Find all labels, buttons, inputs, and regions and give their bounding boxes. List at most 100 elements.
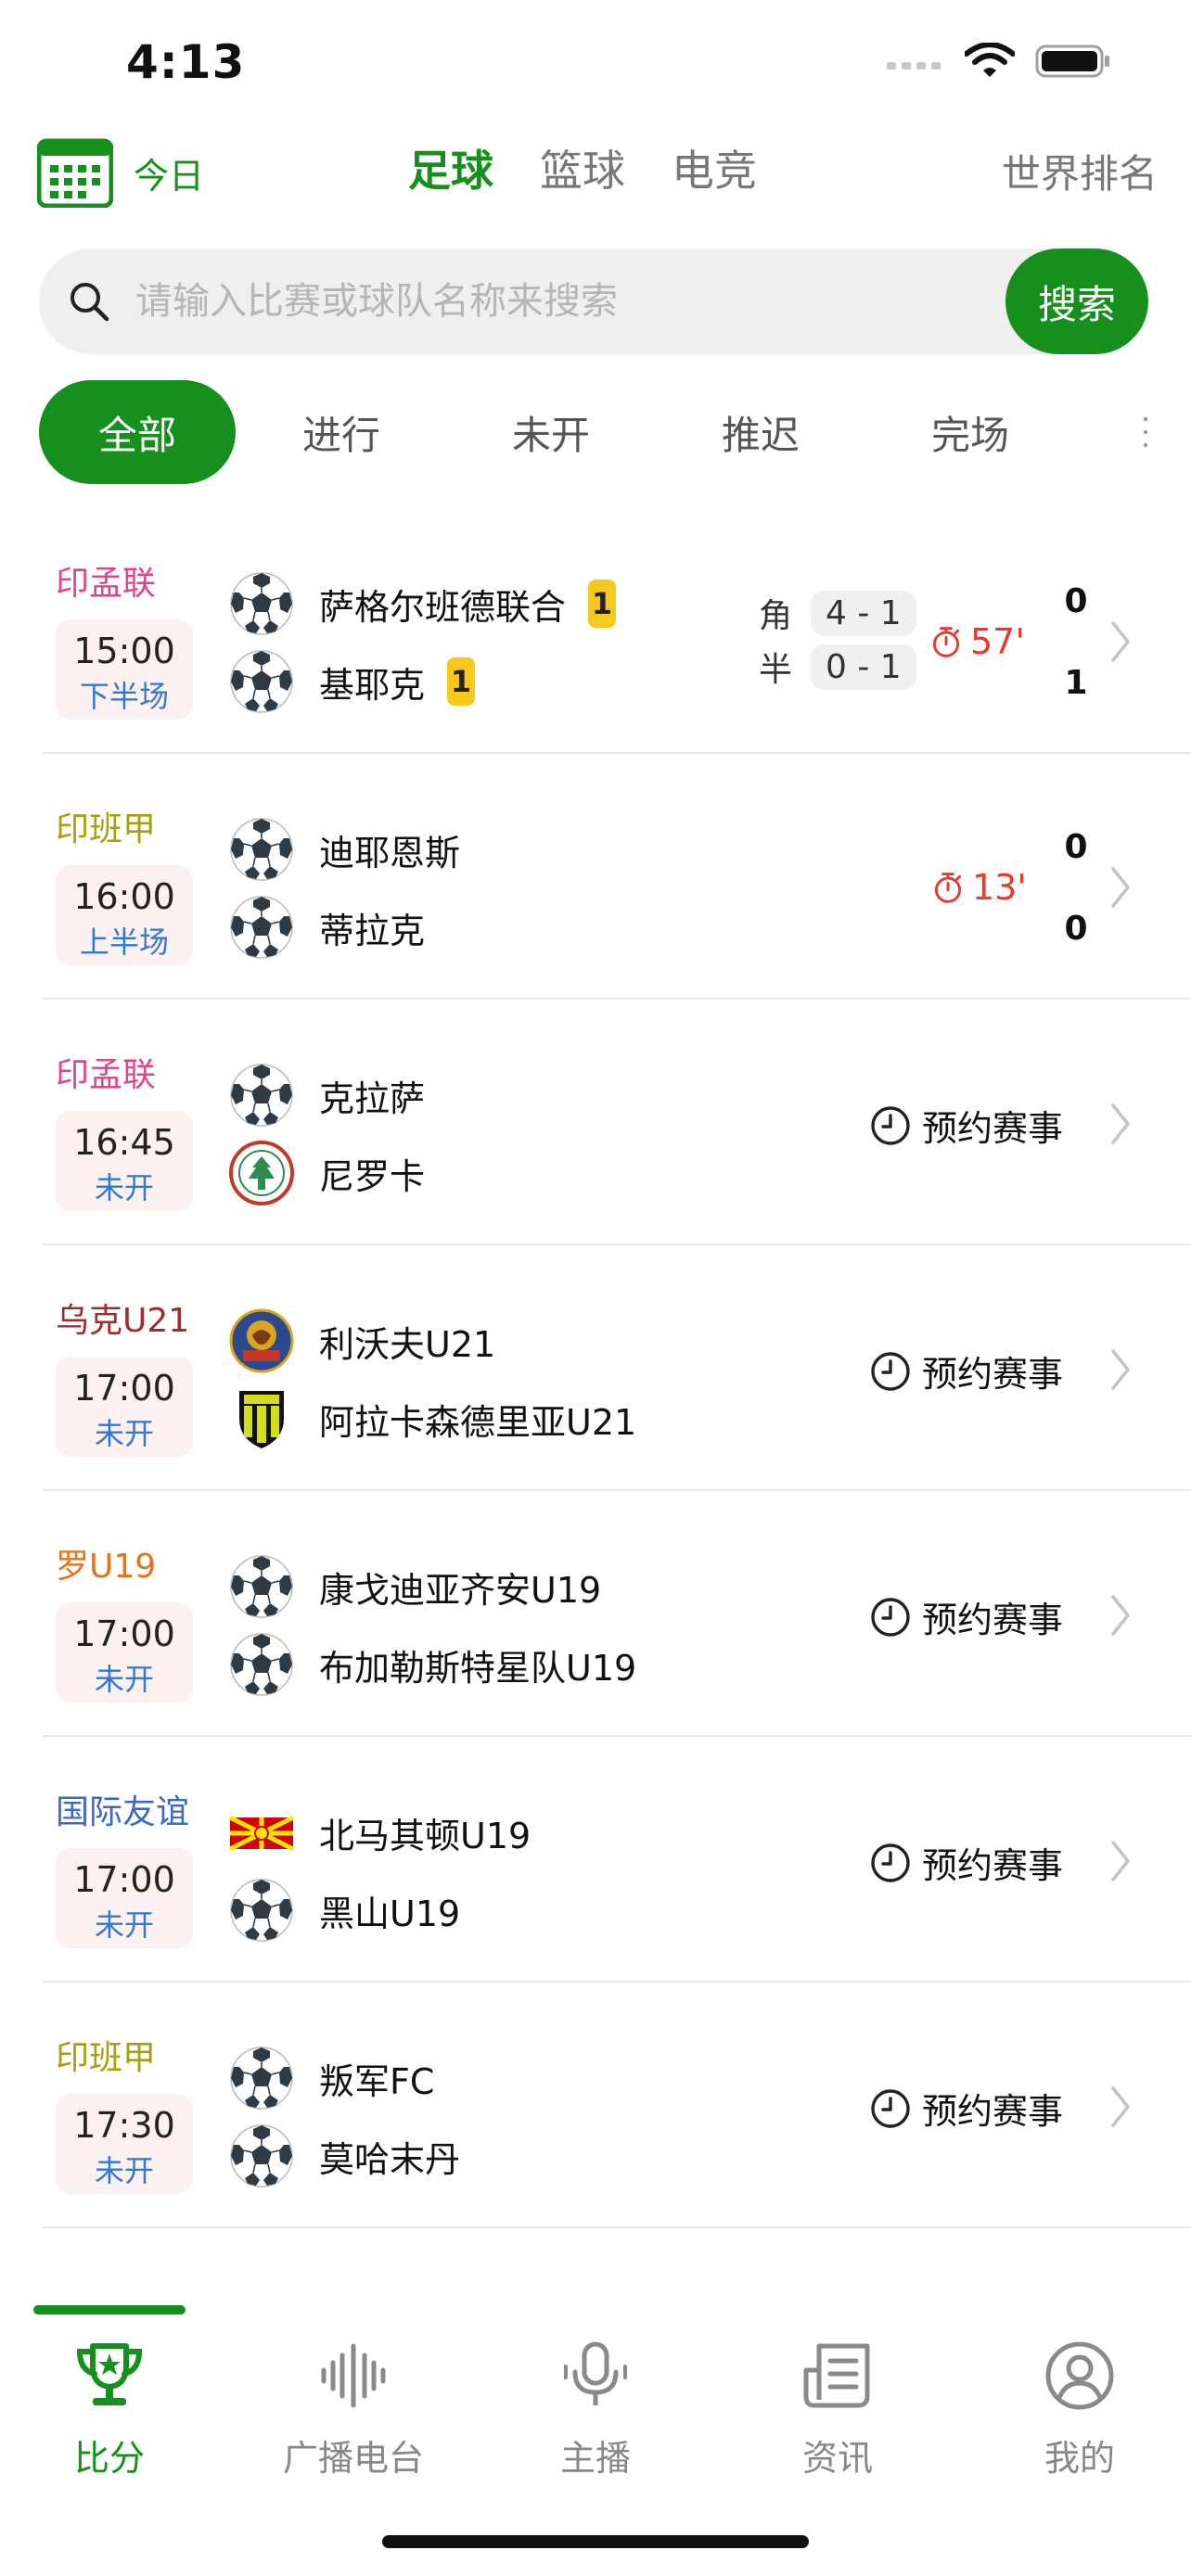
- match-row[interactable]: 印班甲 17:30 未开 叛军FC 莫哈末丹 预约赛事: [0, 1983, 1191, 2228]
- filter-upcoming[interactable]: 未开: [458, 380, 644, 484]
- match-status: 上半场: [79, 925, 169, 960]
- sport-tabs: 足球 篮球 电竞: [408, 137, 757, 198]
- tab-anchor-label: 主播: [559, 2438, 631, 2479]
- status-bar: 4:13: [0, 0, 1191, 121]
- more-filters-icon[interactable]: [1143, 414, 1148, 451]
- match-row[interactable]: 罗U19 17:00 未开 康戈迪亚齐安U19 布加勒斯特星队U19 预约赛事: [0, 1491, 1191, 1737]
- match-row[interactable]: 印孟联 16:45 未开 克拉萨 尼罗卡 预约赛事: [0, 1000, 1191, 1245]
- match-status: 未开: [94, 1170, 154, 1205]
- filter-live[interactable]: 进行: [249, 380, 434, 484]
- search-input[interactable]: [135, 249, 1026, 354]
- live-minute-value: 57': [970, 621, 1025, 662]
- away-team-name: 基耶克: [319, 664, 426, 706]
- microphone-icon: [564, 2341, 627, 2405]
- status-icons: [887, 43, 1111, 80]
- tab-radio[interactable]: 广播电台: [242, 2339, 465, 2480]
- top-bar: 今日 足球 篮球 电竞 世界排名: [0, 130, 1191, 213]
- away-team: 阿拉卡森德里亚U21: [228, 1385, 636, 1452]
- match-row[interactable]: 印孟联 15:00 下半场 萨格尔班德联合 1 基耶克 1 角 4 - 1 半 …: [0, 508, 1191, 754]
- tab-profile-label: 我的: [1044, 2438, 1115, 2479]
- home-indicator[interactable]: [382, 2535, 809, 2548]
- match-time-box: 17:00 未开: [56, 1602, 193, 1702]
- reserve-label: 预约赛事: [922, 1600, 1064, 1640]
- bottom-tab-bar: 比分 广播电台 主播 资讯 我的: [0, 2298, 1191, 2576]
- tab-esports[interactable]: 电竞: [672, 137, 757, 198]
- home-team-name: 北马其顿U19: [319, 1815, 531, 1856]
- search-button[interactable]: 搜索: [1005, 249, 1148, 354]
- reserve-match-button[interactable]: 预约赛事: [870, 1591, 1063, 1642]
- home-team: 萨格尔班德联合 1: [228, 570, 617, 637]
- trophy-icon: [76, 2343, 143, 2405]
- kickoff-time: 17:30: [73, 2105, 175, 2146]
- away-team-name: 黑山U19: [319, 1893, 461, 1934]
- home-team-name: 克拉萨: [319, 1078, 426, 1119]
- tab-scores-label: 比分: [73, 2438, 145, 2479]
- clock-icon: [870, 1105, 911, 1146]
- today-label: 今日: [134, 155, 205, 197]
- league-name: 印孟联: [56, 565, 157, 603]
- match-status: 未开: [94, 2153, 154, 2188]
- status-filter-bar: 全部 进行 未开 推迟 完场: [39, 380, 1191, 484]
- home-team: 克拉萨: [228, 1062, 425, 1129]
- tab-basketball[interactable]: 篮球: [540, 137, 625, 198]
- chevron-right-icon: [1109, 2085, 1132, 2129]
- filter-postponed[interactable]: 推迟: [668, 380, 853, 484]
- match-row[interactable]: 乌克U21 17:00 未开 利沃夫U21 阿拉卡森德里亚U21 预约赛事: [0, 1245, 1191, 1491]
- live-minute: 13': [931, 867, 1027, 908]
- match-row[interactable]: 国际友谊 17:00 未开 北马其顿U19 黑山U19 预约赛事: [0, 1737, 1191, 1983]
- calendar-icon: [37, 138, 113, 208]
- filter-finished[interactable]: 完场: [877, 380, 1063, 484]
- stopwatch-icon: [931, 871, 965, 904]
- tab-radio-label: 广播电台: [282, 2438, 424, 2479]
- filter-all[interactable]: 全部: [39, 380, 236, 484]
- home-team-name: 利沃夫U21: [319, 1323, 496, 1365]
- home-team: 叛军FC: [228, 2045, 434, 2111]
- today-button[interactable]: 今日: [37, 137, 204, 208]
- away-team: 黑山U19: [228, 1877, 460, 1944]
- match-row[interactable]: 印班甲 16:00 上半场 迪耶恩斯 蒂拉克 13' 0 0: [0, 754, 1191, 1000]
- user-icon: [1045, 2341, 1114, 2410]
- match-stats: 角 4 - 1 半 0 - 1: [759, 586, 916, 694]
- match-status: 未开: [94, 1416, 154, 1451]
- league-name: 乌克U21: [56, 1302, 190, 1340]
- corner-value: 4 - 1: [811, 590, 916, 636]
- yellow-card-count: 1: [588, 580, 617, 628]
- corner-stat: 角 4 - 1: [759, 586, 916, 640]
- clock-icon: [870, 2088, 911, 2129]
- clock-icon: [870, 1597, 911, 1638]
- soccer-ball-icon: [228, 570, 295, 637]
- tab-anchor[interactable]: 主播: [484, 2339, 707, 2480]
- away-team-name: 布加勒斯特星队U19: [319, 1647, 637, 1689]
- reserve-label: 预约赛事: [922, 1108, 1064, 1149]
- tab-profile[interactable]: 我的: [968, 2339, 1191, 2480]
- reserve-match-button[interactable]: 预约赛事: [870, 2083, 1063, 2134]
- league-name: 印班甲: [56, 810, 157, 848]
- wifi-icon: [965, 43, 1015, 77]
- home-team-name: 叛军FC: [319, 2060, 435, 2102]
- half-value: 0 - 1: [811, 644, 916, 690]
- soccer-ball-icon: [228, 894, 295, 961]
- tab-football[interactable]: 足球: [408, 137, 493, 198]
- home-team: 北马其顿U19: [228, 1799, 531, 1866]
- away-score: 0: [1064, 910, 1088, 948]
- world-ranking-link[interactable]: 世界排名: [1002, 143, 1158, 199]
- away-team: 基耶克 1: [228, 648, 476, 715]
- reserve-match-button[interactable]: 预约赛事: [870, 1345, 1063, 1396]
- home-team: 康戈迪亚齐安U19: [228, 1553, 601, 1620]
- home-team: 迪耶恩斯: [228, 816, 460, 883]
- reserve-match-button[interactable]: 预约赛事: [870, 1837, 1063, 1888]
- status-time: 4:13: [126, 35, 246, 89]
- match-time-box: 16:00 上半场: [56, 865, 193, 965]
- reserve-match-button[interactable]: 预约赛事: [870, 1100, 1063, 1151]
- active-tab-indicator: [33, 2305, 186, 2315]
- kickoff-time: 16:45: [73, 1122, 175, 1163]
- home-team: 利沃夫U21: [228, 1307, 495, 1374]
- news-icon: [803, 2343, 870, 2408]
- home-team-name: 迪耶恩斯: [319, 832, 461, 874]
- league-name: 国际友谊: [56, 1793, 190, 1831]
- tab-scores[interactable]: 比分: [0, 2339, 221, 2480]
- row-divider: [43, 2226, 1191, 2228]
- clock-icon: [870, 1351, 911, 1392]
- tab-news[interactable]: 资讯: [726, 2339, 949, 2480]
- league-name: 印孟联: [56, 1056, 157, 1094]
